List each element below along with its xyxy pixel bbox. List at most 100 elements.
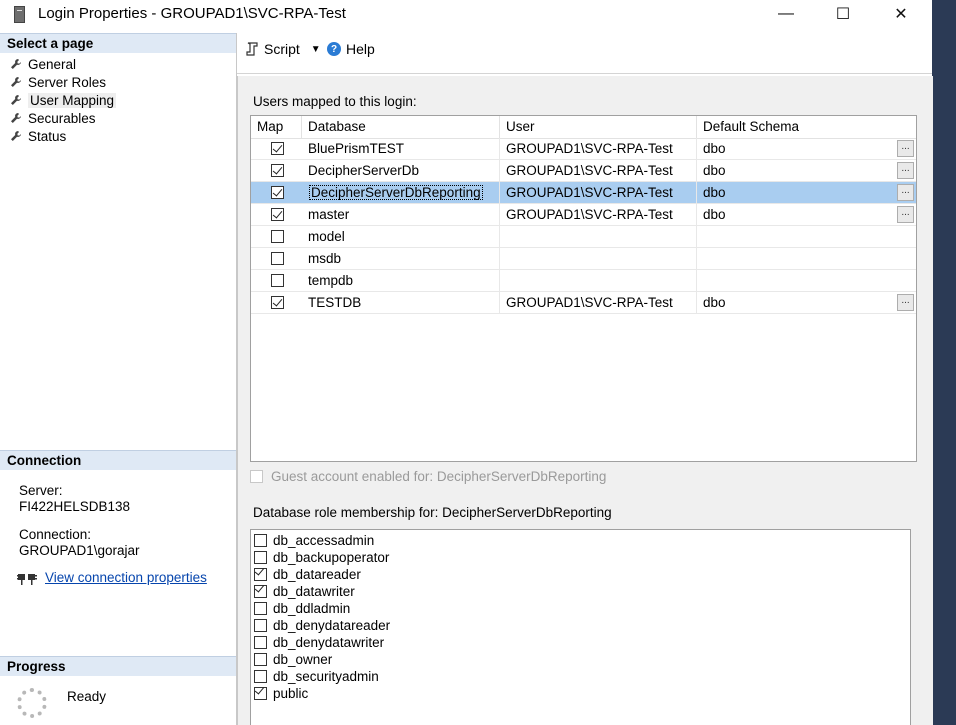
role-checkbox[interactable] bbox=[254, 534, 267, 547]
database-cell: DecipherServerDb bbox=[302, 160, 500, 182]
schema-cell[interactable]: dbo... bbox=[697, 204, 916, 226]
map-checkbox[interactable] bbox=[271, 230, 284, 243]
table-row[interactable]: model bbox=[251, 226, 916, 248]
maximize-button[interactable]: ☐ bbox=[814, 0, 872, 28]
table-row[interactable]: tempdb bbox=[251, 270, 916, 292]
page-item-status[interactable]: Status bbox=[10, 127, 66, 145]
role-item[interactable]: db_ddladmin bbox=[254, 600, 350, 617]
user-cell[interactable] bbox=[500, 248, 697, 270]
browse-schema-button[interactable]: ... bbox=[897, 162, 914, 179]
user-cell[interactable]: GROUPAD1\SVC-RPA-Test bbox=[500, 160, 697, 182]
column-header-map[interactable]: Map bbox=[251, 116, 302, 138]
column-header-default-schema[interactable]: Default Schema bbox=[697, 116, 916, 138]
user-cell[interactable]: GROUPAD1\SVC-RPA-Test bbox=[500, 182, 697, 204]
page-item-label: Status bbox=[28, 128, 67, 144]
table-row[interactable]: BluePrismTEST GROUPAD1\SVC-RPA-Test dbo.… bbox=[251, 138, 916, 160]
page-item-user-mapping[interactable]: User Mapping bbox=[10, 91, 117, 109]
guest-account-checkbox: Guest account enabled for: DecipherServe… bbox=[250, 469, 606, 484]
database-value: DecipherServerDbReporting bbox=[308, 184, 484, 201]
schema-cell[interactable] bbox=[697, 270, 916, 292]
database-cell: tempdb bbox=[302, 270, 500, 292]
role-checkbox[interactable] bbox=[254, 551, 267, 564]
view-connection-properties-link[interactable]: View connection properties bbox=[45, 570, 207, 585]
schema-cell[interactable]: dbo... bbox=[697, 182, 916, 204]
script-label: Script bbox=[264, 41, 300, 57]
table-row[interactable]: msdb bbox=[251, 248, 916, 270]
page-item-general[interactable]: General bbox=[10, 55, 76, 73]
role-checkbox[interactable] bbox=[254, 653, 267, 666]
server-icon bbox=[14, 6, 25, 23]
table-row-selected[interactable]: DecipherServerDbReporting GROUPAD1\SVC-R… bbox=[251, 182, 916, 204]
role-item[interactable]: db_securityadmin bbox=[254, 668, 379, 685]
connection-value: GROUPAD1\gorajar bbox=[19, 543, 140, 558]
map-checkbox[interactable] bbox=[271, 252, 284, 265]
database-cell: BluePrismTEST bbox=[302, 138, 500, 160]
schema-cell[interactable] bbox=[697, 226, 916, 248]
browse-schema-button[interactable]: ... bbox=[897, 184, 914, 201]
schema-value: dbo bbox=[703, 185, 726, 200]
role-checkbox[interactable] bbox=[254, 619, 267, 632]
map-checkbox[interactable] bbox=[271, 274, 284, 287]
table-row[interactable]: DecipherServerDb GROUPAD1\SVC-RPA-Test d… bbox=[251, 160, 916, 182]
schema-cell[interactable]: dbo... bbox=[697, 160, 916, 182]
user-cell[interactable] bbox=[500, 270, 697, 292]
map-checkbox[interactable] bbox=[271, 186, 284, 199]
guest-account-label: Guest account enabled for: DecipherServe… bbox=[271, 469, 607, 484]
role-item[interactable]: db_datawriter bbox=[254, 583, 355, 600]
role-item[interactable]: db_datareader bbox=[254, 566, 361, 583]
role-item[interactable]: db_denydatareader bbox=[254, 617, 390, 634]
role-item[interactable]: db_backupoperator bbox=[254, 549, 389, 566]
map-checkbox[interactable] bbox=[271, 208, 284, 221]
role-item[interactable]: public bbox=[254, 685, 308, 702]
help-icon: ? bbox=[327, 42, 341, 56]
schema-cell[interactable]: dbo... bbox=[697, 292, 916, 314]
schema-cell[interactable] bbox=[697, 248, 916, 270]
role-item[interactable]: db_accessadmin bbox=[254, 532, 374, 549]
role-checkbox[interactable] bbox=[254, 568, 267, 581]
user-cell[interactable] bbox=[500, 226, 697, 248]
map-checkbox[interactable] bbox=[271, 164, 284, 177]
progress-status: Ready bbox=[67, 689, 107, 704]
role-name: db_datawriter bbox=[273, 584, 355, 599]
connection-plug-icon bbox=[17, 574, 37, 585]
role-checkbox[interactable] bbox=[254, 687, 267, 700]
role-checkbox[interactable] bbox=[254, 670, 267, 683]
page-item-server-roles[interactable]: Server Roles bbox=[10, 73, 106, 91]
map-checkbox[interactable] bbox=[271, 296, 284, 309]
role-item[interactable]: db_denydatawriter bbox=[254, 634, 384, 651]
schema-cell[interactable]: dbo... bbox=[697, 138, 916, 160]
page-item-securables[interactable]: Securables bbox=[10, 109, 96, 127]
help-label: Help bbox=[346, 41, 375, 57]
page-item-label: General bbox=[28, 56, 77, 72]
role-checkbox[interactable] bbox=[254, 602, 267, 615]
background-window bbox=[932, 0, 956, 725]
user-cell[interactable]: GROUPAD1\SVC-RPA-Test bbox=[500, 292, 697, 314]
database-cell: TESTDB bbox=[302, 292, 500, 314]
role-item[interactable]: db_owner bbox=[254, 651, 332, 668]
page-item-label: Server Roles bbox=[28, 74, 107, 90]
role-checkbox[interactable] bbox=[254, 585, 267, 598]
minimize-button[interactable]: — bbox=[757, 0, 815, 28]
browse-schema-button[interactable]: ... bbox=[897, 140, 914, 157]
table-row[interactable]: master GROUPAD1\SVC-RPA-Test dbo... bbox=[251, 204, 916, 226]
role-checkbox[interactable] bbox=[254, 636, 267, 649]
column-header-database[interactable]: Database bbox=[302, 116, 500, 138]
column-header-user[interactable]: User bbox=[500, 116, 697, 138]
role-name: db_denydatawriter bbox=[273, 635, 385, 650]
table-row[interactable]: TESTDB GROUPAD1\SVC-RPA-Test dbo... bbox=[251, 292, 916, 314]
script-button[interactable]: Script ▼ bbox=[245, 41, 321, 57]
help-button[interactable]: ? Help bbox=[327, 41, 375, 57]
role-name: db_securityadmin bbox=[273, 669, 379, 684]
map-checkbox[interactable] bbox=[271, 142, 284, 155]
server-label: Server: bbox=[19, 483, 63, 498]
user-cell[interactable]: GROUPAD1\SVC-RPA-Test bbox=[500, 138, 697, 160]
close-button[interactable]: ✕ bbox=[872, 0, 930, 28]
role-name: db_ddladmin bbox=[273, 601, 351, 616]
browse-schema-button[interactable]: ... bbox=[897, 294, 914, 311]
user-cell[interactable]: GROUPAD1\SVC-RPA-Test bbox=[500, 204, 697, 226]
page-item-label: Securables bbox=[28, 110, 96, 126]
chevron-down-icon[interactable]: ▼ bbox=[311, 44, 321, 55]
browse-schema-button[interactable]: ... bbox=[897, 206, 914, 223]
role-name: db_owner bbox=[273, 652, 333, 667]
database-cell: DecipherServerDbReporting bbox=[302, 182, 500, 204]
